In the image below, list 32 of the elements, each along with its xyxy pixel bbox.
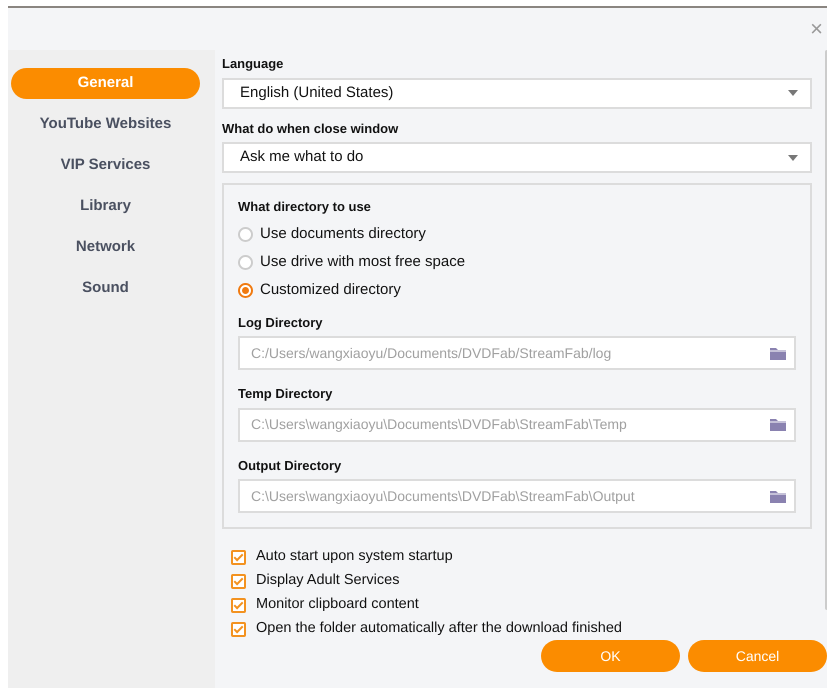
checkbox-label[interactable]: Display Adult Services <box>256 570 400 592</box>
checkbox[interactable] <box>231 550 246 564</box>
folder-icon <box>770 490 786 502</box>
checkbox[interactable] <box>231 622 246 636</box>
checkbox-label[interactable]: Monitor clipboard content <box>256 594 419 616</box>
field-label: What do when close window <box>222 120 400 138</box>
sidebar-item[interactable]: VIP Services <box>11 150 200 181</box>
folder-icon <box>770 418 786 431</box>
checkbox[interactable] <box>231 598 246 612</box>
field-label: Temp Directory <box>238 385 334 403</box>
dropdown[interactable]: English (United States) <box>222 78 812 108</box>
radio-button[interactable] <box>238 227 253 242</box>
sidebar-item[interactable]: YouTube Websites <box>11 109 200 140</box>
field-label: Log Directory <box>238 314 324 332</box>
sidebar-item[interactable]: Library <box>11 191 200 222</box>
sidebar-item[interactable]: Network <box>11 232 200 263</box>
radio-label[interactable]: Use drive with most free space <box>260 251 466 274</box>
radio-label[interactable]: Use documents directory <box>260 223 426 246</box>
checkbox[interactable] <box>231 574 246 588</box>
caret-icon <box>788 90 798 96</box>
field-label: Output Directory <box>238 456 342 475</box>
folder-icon <box>770 346 786 360</box>
caret-icon <box>788 154 798 160</box>
radio-button[interactable] <box>238 283 253 298</box>
field-label: Language <box>222 55 284 73</box>
section-title: What directory to use <box>238 198 372 216</box>
dropdown[interactable]: Ask me what to do <box>222 142 812 173</box>
radio-button[interactable] <box>238 255 253 270</box>
sidebar-item[interactable]: Sound <box>11 273 200 304</box>
radio-label[interactable]: Customized directory <box>260 279 401 302</box>
checkbox-label[interactable]: Open the folder automatically after the download finished <box>256 618 622 640</box>
checkbox-label[interactable]: Auto start upon system startup <box>256 546 453 568</box>
